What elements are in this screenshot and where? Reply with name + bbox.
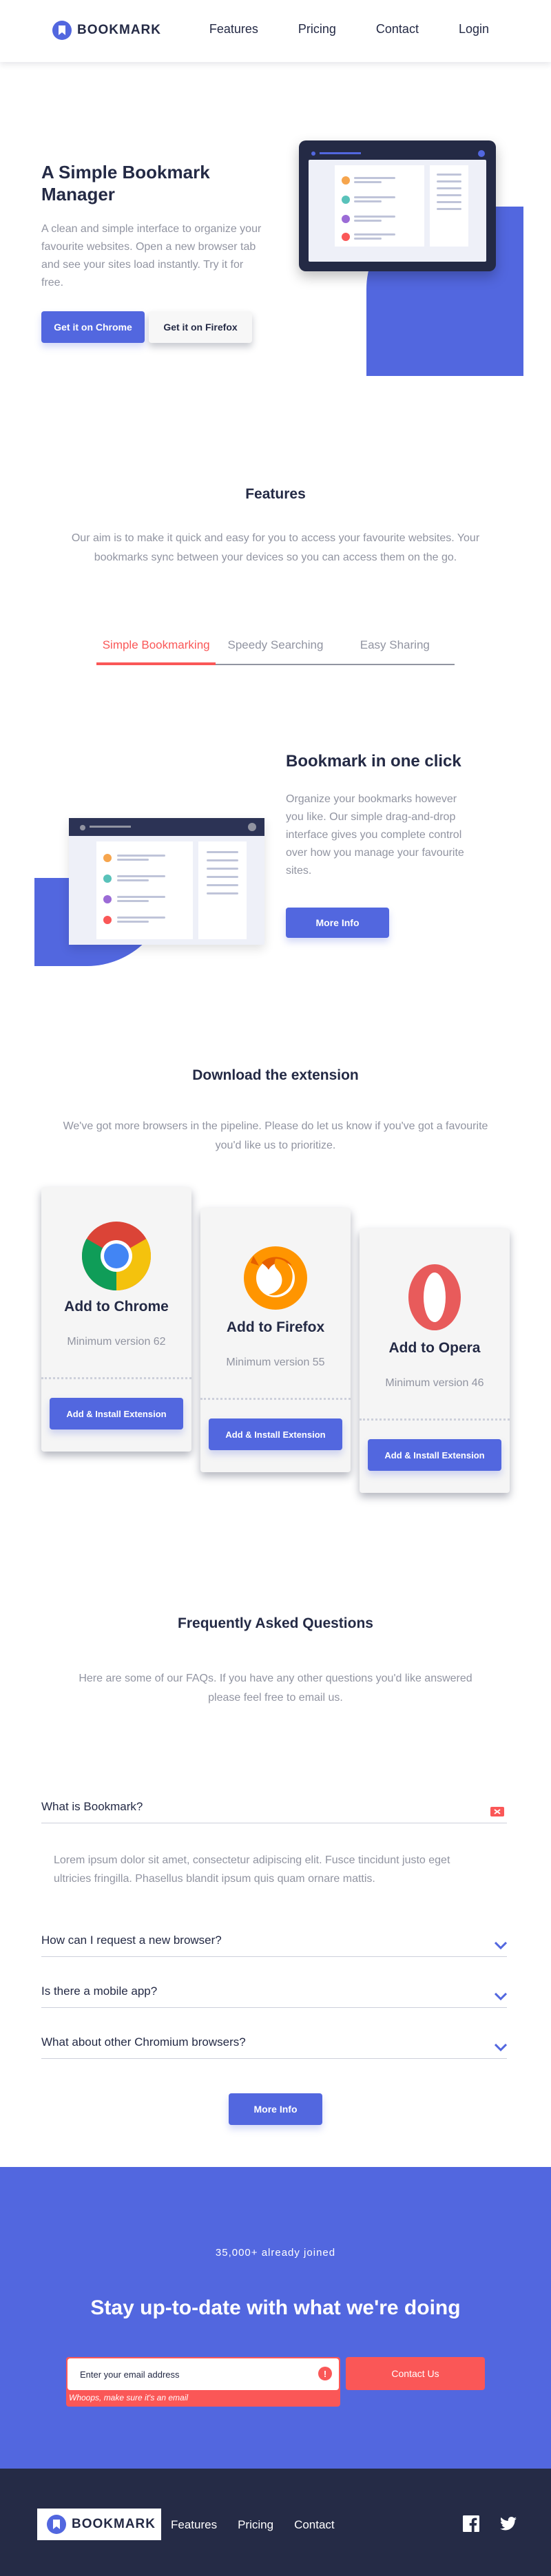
nav-link-contact[interactable]: Contact [376,22,419,36]
faq-question: What about other Chromium browsers? [41,2035,246,2049]
chevron-down-icon [495,1942,507,1950]
faq-item-what-is-bookmark[interactable]: What is Bookmark? [41,1794,507,1823]
card-divider [200,1398,351,1400]
get-firefox-button[interactable]: Get it on Firefox [149,311,252,343]
add-firefox-extension-button[interactable]: Add & Install Extension [209,1418,342,1450]
chrome-icon [82,1222,151,1290]
landing-page: BOOKMARK Features Pricing Contact Login [0,0,551,2576]
feature-more-info-button[interactable]: More Info [286,908,389,938]
error-icon: ! [318,2367,332,2380]
features-tabs: Simple Bookmarking Speedy Searching Easy… [96,624,455,665]
firefox-extension-card: Add to Firefox Minimum version 55 Add & … [200,1208,351,1472]
features-title: Features [245,486,306,502]
card-title: Add to Firefox [226,1319,325,1335]
add-chrome-extension-button[interactable]: Add & Install Extension [50,1398,183,1430]
add-opera-extension-button[interactable]: Add & Install Extension [368,1439,501,1471]
footer-link-features[interactable]: Features [171,2518,217,2532]
faq-question: How can I request a new browser? [41,1934,222,1947]
email-error-message: Whoops, make sure it's an email [69,2393,189,2402]
opera-extension-card: Add to Opera Minimum version 46 Add & In… [360,1228,510,1493]
faq-answer: Lorem ipsum dolor sit amet, consectetur … [54,1854,450,1885]
nav-link-login[interactable]: Login [459,22,489,36]
facebook-icon[interactable] [463,2515,479,2532]
opera-icon [408,1264,461,1330]
faq-more-info-button[interactable]: More Info [229,2093,322,2125]
card-title: Add to Opera [388,1340,481,1356]
footer-logo[interactable]: BOOKMARK [37,2509,161,2540]
card-title: Add to Chrome [64,1299,169,1315]
social-links [442,2515,517,2532]
nav-link-pricing[interactable]: Pricing [298,22,336,36]
nav-links: Features Pricing Contact Login [169,22,489,36]
hero-description: A clean and simple interface to organize… [41,223,262,289]
tab-simple-bookmarking[interactable]: Simple Bookmarking [96,624,216,665]
newsletter-section: 35,000+ already joined Stay up-to-date w… [0,2167,551,2469]
feature-illustration [69,818,264,945]
faq-question: Is there a mobile app? [41,1985,158,1998]
footer-logo-text: BOOKMARK [72,2517,156,2531]
newsletter-title: Stay up-to-date with what we're doing [90,2296,461,2319]
faq-item-request-browser[interactable]: How can I request a new browser? [41,1928,507,1957]
card-version: Minimum version 55 [226,1357,325,1368]
email-field-wrapper: ! Whoops, make sure it's an email [66,2357,340,2407]
logo-text: BOOKMARK [77,23,161,37]
chrome-extension-card: Add to Chrome Minimum version 62 Add & I… [41,1187,191,1452]
faq-item-chromium-browsers[interactable]: What about other Chromium browsers? [41,2030,507,2059]
chevron-down-icon [495,1993,507,2001]
features-description: Our aim is to make it quick and easy for… [71,532,480,563]
footer-link-pricing[interactable]: Pricing [238,2518,273,2532]
bookmark-logo-icon [52,21,72,40]
feature-panel-title: Bookmark in one click [286,752,461,771]
hero-tablet-illustration [299,140,496,271]
tab-easy-sharing[interactable]: Easy Sharing [335,624,455,664]
hero-title: A Simple Bookmark Manager [41,162,210,205]
faq-title: Frequently Asked Questions [178,1615,373,1631]
feature-panel-description: Organize your bookmarks however you like… [286,793,464,877]
extensions-description: We've got more browsers in the pipeline.… [63,1120,488,1151]
card-version: Minimum version 62 [67,1336,166,1348]
extensions-title: Download the extension [192,1067,359,1083]
faq-question: What is Bookmark? [41,1800,143,1813]
subscriber-count: 35,000+ already joined [215,2247,336,2259]
faq-item-mobile-app[interactable]: Is there a mobile app? [41,1979,507,2008]
get-chrome-button[interactable]: Get it on Chrome [41,311,145,343]
tab-speedy-searching[interactable]: Speedy Searching [216,624,335,664]
card-version: Minimum version 46 [385,1377,484,1389]
close-icon[interactable] [490,1807,504,1816]
bookmark-logo-icon [47,2515,66,2534]
footer-links: Features Pricing Contact [171,2518,355,2532]
card-divider [41,1377,191,1379]
logo[interactable]: BOOKMARK [52,21,161,40]
top-nav: BOOKMARK Features Pricing Contact Login [0,0,551,62]
email-field[interactable] [67,2358,339,2390]
footer-link-contact[interactable]: Contact [294,2518,335,2532]
footer: BOOKMARK Features Pricing Contact [0,2469,551,2576]
card-divider [360,1418,510,1421]
faq-description: Here are some of our FAQs. If you have a… [79,1673,472,1704]
chevron-down-icon [495,2044,507,2052]
contact-us-button[interactable]: Contact Us [346,2357,485,2390]
twitter-icon[interactable] [500,2515,517,2532]
firefox-icon [244,1246,307,1310]
nav-link-features[interactable]: Features [209,22,258,36]
